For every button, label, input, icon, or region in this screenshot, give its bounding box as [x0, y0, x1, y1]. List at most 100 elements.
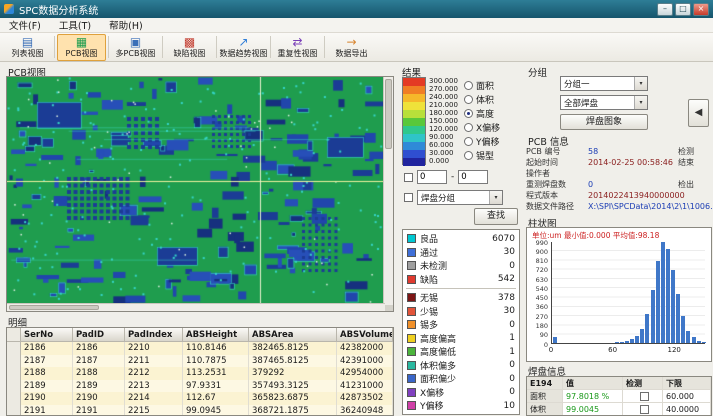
- column-header[interactable]: PadID: [73, 328, 125, 341]
- toolbar-button-0[interactable]: ▤列表视图: [3, 34, 52, 61]
- row-selector-gutter[interactable]: [7, 392, 21, 405]
- table-cell: 2189: [21, 380, 73, 393]
- column-header[interactable]: SerNo: [21, 328, 73, 341]
- legend-item[interactable]: 良品6070: [403, 232, 519, 246]
- scrollbar-thumb[interactable]: [9, 305, 99, 310]
- pad-filter-select[interactable]: 全部焊盘 ▾: [560, 95, 648, 110]
- legend-item[interactable]: X偏移0: [403, 386, 519, 400]
- y-tick-label: 630: [536, 276, 548, 284]
- radio-button[interactable]: [464, 81, 473, 90]
- toolbar-button-5[interactable]: ⇄重复性视图: [273, 34, 322, 61]
- radio-button[interactable]: [464, 95, 473, 104]
- pcb-view-panel: [6, 76, 394, 312]
- row-selector-gutter[interactable]: [7, 342, 21, 355]
- row-selector-gutter[interactable]: [7, 367, 21, 380]
- table-cell: 99.0945: [183, 405, 249, 416]
- pcb-horizontal-scrollbar[interactable]: [7, 303, 385, 311]
- search-button[interactable]: 查找: [474, 208, 518, 225]
- table-row[interactable]: 21892189221397.9331357493.312541231000: [7, 380, 393, 393]
- pad-info-column-header: E194: [527, 377, 563, 389]
- inspect-checkbox[interactable]: [640, 405, 649, 414]
- group-select[interactable]: 分组一 ▾: [560, 76, 648, 91]
- table-cell: 110.8146: [183, 342, 249, 355]
- chevron-down-icon: ▾: [489, 191, 502, 204]
- row-selector-gutter[interactable]: [7, 355, 21, 368]
- row-selector-gutter[interactable]: [7, 405, 21, 416]
- group-select-value: 分组一: [564, 78, 590, 90]
- legend-color-swatch: [407, 248, 416, 257]
- metric-option-1[interactable]: 体积: [464, 92, 500, 106]
- pad-info-check-cell: [623, 403, 663, 415]
- toolbar-button-6[interactable]: →数据导出: [327, 34, 376, 61]
- metric-option-2[interactable]: 高度: [464, 106, 500, 120]
- legend-item[interactable]: 体积偏多0: [403, 359, 519, 373]
- menu-item-2[interactable]: 帮助(H): [100, 17, 152, 33]
- range-filter-checkbox[interactable]: [404, 173, 413, 182]
- back-arrow-button[interactable]: ◀: [688, 99, 709, 127]
- pcb-vertical-scrollbar[interactable]: [383, 77, 393, 305]
- pad-group-select[interactable]: 焊盘分组 ▾: [417, 190, 503, 205]
- legend-item[interactable]: 高度偏低1: [403, 345, 519, 359]
- toolbar-button-3[interactable]: ▩缺陷视图: [165, 34, 214, 61]
- range-max-input[interactable]: [458, 170, 488, 184]
- minimize-button[interactable]: –: [657, 3, 673, 16]
- table-cell: 2210: [125, 342, 183, 355]
- table-row[interactable]: 218721872211110.7875387465.812542391000: [7, 355, 393, 368]
- menu-item-1[interactable]: 工具(T): [50, 17, 100, 33]
- column-header[interactable]: PadIndex: [125, 328, 183, 341]
- table-row[interactable]: 21912191221599.0945368721.187536240948: [7, 405, 393, 416]
- row-selector-gutter[interactable]: [7, 380, 21, 393]
- column-header[interactable]: ABSVolume: [337, 328, 393, 341]
- toolbar-button-2[interactable]: ▣多PCB视图: [111, 34, 160, 61]
- pad-image-button[interactable]: 焊盘图象: [560, 114, 648, 130]
- table-cell: 2190: [73, 392, 125, 405]
- legend-label: 高度偏低: [420, 345, 505, 358]
- column-header[interactable]: ABSHeight: [183, 328, 249, 341]
- table-row[interactable]: 218821882212113.253137929242954000: [7, 367, 393, 380]
- maximize-button[interactable]: □: [675, 3, 691, 16]
- radio-button[interactable]: [464, 151, 473, 160]
- table-cell: 2186: [21, 342, 73, 355]
- metric-option-4[interactable]: Y偏移: [464, 134, 500, 148]
- legend-item[interactable]: 锡多0: [403, 318, 519, 332]
- close-button[interactable]: ×: [693, 3, 709, 16]
- inspect-checkbox[interactable]: [640, 392, 649, 401]
- legend-item[interactable]: 未检测0: [403, 259, 519, 273]
- legend-item[interactable]: 缺陷542: [403, 273, 519, 287]
- row-selector-gutter: [7, 328, 21, 341]
- pcb-canvas[interactable]: [7, 77, 385, 305]
- histogram-bar: [553, 337, 557, 343]
- menu-item-0[interactable]: 文件(F): [0, 17, 50, 33]
- toolbar-button-1[interactable]: ▦PCB视图: [57, 34, 106, 61]
- legend-item[interactable]: Y偏移10: [403, 399, 519, 413]
- pad-group-checkbox[interactable]: [404, 193, 413, 202]
- radio-button[interactable]: [464, 137, 473, 146]
- range-min-input[interactable]: [417, 170, 447, 184]
- legend-item[interactable]: 无锡378: [403, 291, 519, 305]
- table-cell: 42873502: [337, 392, 393, 405]
- legend-item[interactable]: 面积偏少0: [403, 372, 519, 386]
- legend-item[interactable]: 高度偏高1: [403, 332, 519, 346]
- table-cell: 110.7875: [183, 355, 249, 368]
- metric-option-3[interactable]: X偏移: [464, 120, 500, 134]
- toolbar-button-4[interactable]: ↗数据趋势视图: [219, 34, 268, 61]
- range-separator: -: [451, 172, 454, 182]
- table-cell: 2186: [73, 342, 125, 355]
- pcb-info-label: 操作者: [526, 168, 588, 179]
- arrow-left-icon: ◀: [695, 107, 703, 118]
- metric-option-5[interactable]: 锡型: [464, 148, 500, 162]
- histogram-bar: [676, 294, 680, 343]
- colorbar-tick-label: 150.000: [429, 117, 463, 125]
- legend-item[interactable]: 通过30: [403, 246, 519, 260]
- toolbar-button-label: 数据导出: [336, 49, 368, 58]
- table-row[interactable]: 219021902214112.67365823.687542873502: [7, 392, 393, 405]
- legend-item[interactable]: 少锡30: [403, 305, 519, 319]
- metric-option-0[interactable]: 面积: [464, 78, 500, 92]
- radio-button[interactable]: [464, 123, 473, 132]
- table-row[interactable]: 218621862210110.8146382465.812542382000: [7, 342, 393, 355]
- legend-color-swatch: [407, 293, 416, 302]
- repeat-view-icon: ⇄: [292, 36, 302, 49]
- scrollbar-thumb[interactable]: [385, 79, 392, 149]
- radio-button[interactable]: [464, 109, 473, 118]
- column-header[interactable]: ABSArea: [249, 328, 337, 341]
